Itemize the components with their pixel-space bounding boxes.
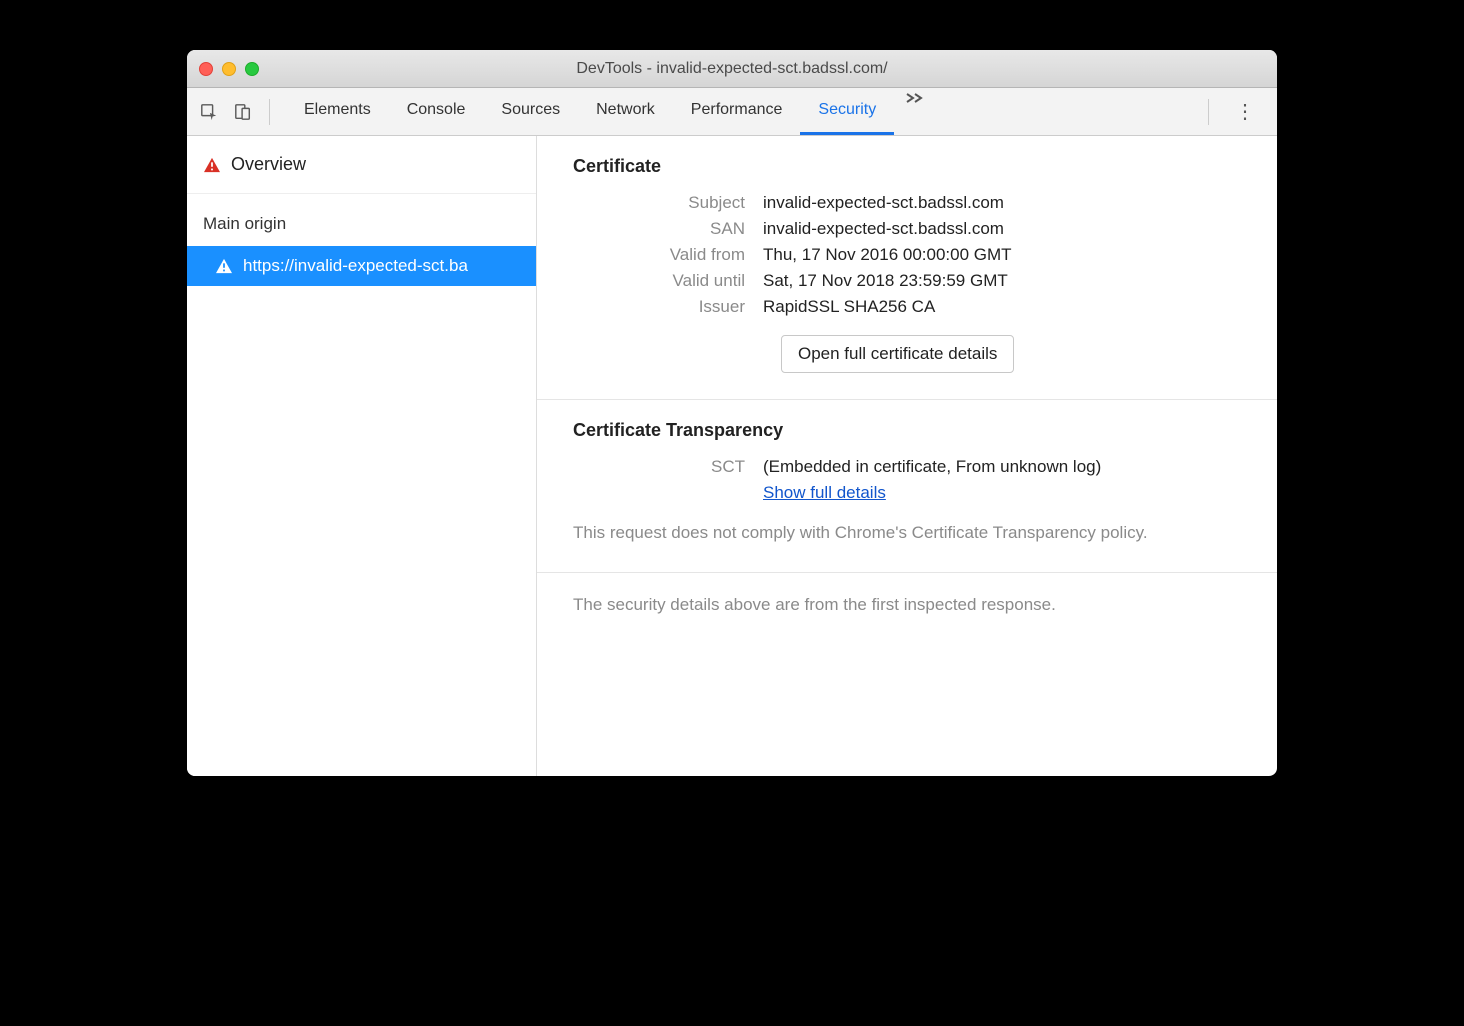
ct-row-link: Show full details (573, 483, 1241, 503)
sidebar-overview[interactable]: Overview (187, 136, 536, 194)
cert-row-san: SAN invalid-expected-sct.badssl.com (573, 219, 1241, 239)
window-titlebar: DevTools - invalid-expected-sct.badssl.c… (187, 50, 1277, 88)
inspect-element-icon[interactable] (199, 102, 219, 122)
ct-sct-label: SCT (573, 457, 763, 477)
toolbar-menu-icon[interactable]: ⋮ (1225, 99, 1265, 124)
cert-issuer-label: Issuer (573, 297, 763, 317)
toolbar-divider-2 (1208, 99, 1209, 125)
devtools-toolbar: Elements Console Sources Network Perform… (187, 88, 1277, 136)
window-zoom-button[interactable] (245, 62, 259, 76)
open-certificate-button[interactable]: Open full certificate details (781, 335, 1014, 373)
cert-san-label: SAN (573, 219, 763, 239)
tab-performance[interactable]: Performance (673, 88, 801, 135)
ct-show-details-link[interactable]: Show full details (763, 483, 886, 502)
security-main: Certificate Subject invalid-expected-sct… (537, 136, 1277, 776)
ct-sct-value: (Embedded in certificate, From unknown l… (763, 457, 1101, 477)
window-traffic-lights (199, 62, 259, 76)
tab-security[interactable]: Security (800, 88, 894, 135)
window-close-button[interactable] (199, 62, 213, 76)
tab-console[interactable]: Console (389, 88, 484, 135)
cert-validuntil-value: Sat, 17 Nov 2018 23:59:59 GMT (763, 271, 1008, 291)
tab-sources[interactable]: Sources (483, 88, 578, 135)
ct-row-sct: SCT (Embedded in certificate, From unkno… (573, 457, 1241, 477)
device-toolbar-icon[interactable] (233, 102, 253, 122)
certificate-heading: Certificate (573, 156, 1241, 177)
cert-row-issuer: Issuer RapidSSL SHA256 CA (573, 297, 1241, 317)
cert-row-validfrom: Valid from Thu, 17 Nov 2016 00:00:00 GMT (573, 245, 1241, 265)
more-tabs-icon[interactable] (894, 88, 936, 135)
sidebar-origin-url: https://invalid-expected-sct.ba (243, 256, 468, 276)
window-title: DevTools - invalid-expected-sct.badssl.c… (187, 60, 1277, 78)
cert-row-validuntil: Valid until Sat, 17 Nov 2018 23:59:59 GM… (573, 271, 1241, 291)
window-minimize-button[interactable] (222, 62, 236, 76)
ct-policy-note: This request does not comply with Chrome… (573, 521, 1241, 546)
cert-row-subject: Subject invalid-expected-sct.badssl.com (573, 193, 1241, 213)
warning-triangle-icon (215, 258, 233, 274)
cert-san-value: invalid-expected-sct.badssl.com (763, 219, 1004, 239)
panel-body: Overview Main origin https://invalid-exp… (187, 136, 1277, 776)
security-sidebar: Overview Main origin https://invalid-exp… (187, 136, 537, 776)
certificate-section: Certificate Subject invalid-expected-sct… (537, 136, 1277, 400)
sidebar-origin-item[interactable]: https://invalid-expected-sct.ba (187, 246, 536, 286)
cert-validfrom-label: Valid from (573, 245, 763, 265)
devtools-window: DevTools - invalid-expected-sct.badssl.c… (187, 50, 1277, 776)
cert-validuntil-label: Valid until (573, 271, 763, 291)
tab-elements[interactable]: Elements (286, 88, 389, 135)
ct-heading: Certificate Transparency (573, 420, 1241, 441)
toolbar-divider (269, 99, 270, 125)
sidebar-origin-header: Main origin (187, 194, 536, 246)
tab-network[interactable]: Network (578, 88, 673, 135)
cert-subject-value: invalid-expected-sct.badssl.com (763, 193, 1004, 213)
ct-section: Certificate Transparency SCT (Embedded i… (537, 400, 1277, 573)
warning-triangle-icon (203, 157, 221, 173)
cert-issuer-value: RapidSSL SHA256 CA (763, 297, 935, 317)
cert-subject-label: Subject (573, 193, 763, 213)
devtools-tabs: Elements Console Sources Network Perform… (286, 88, 1192, 135)
toolbar-icon-group (199, 102, 253, 122)
cert-validfrom-value: Thu, 17 Nov 2016 00:00:00 GMT (763, 245, 1012, 265)
security-footer-note: The security details above are from the … (537, 573, 1277, 637)
sidebar-overview-label: Overview (231, 154, 306, 175)
